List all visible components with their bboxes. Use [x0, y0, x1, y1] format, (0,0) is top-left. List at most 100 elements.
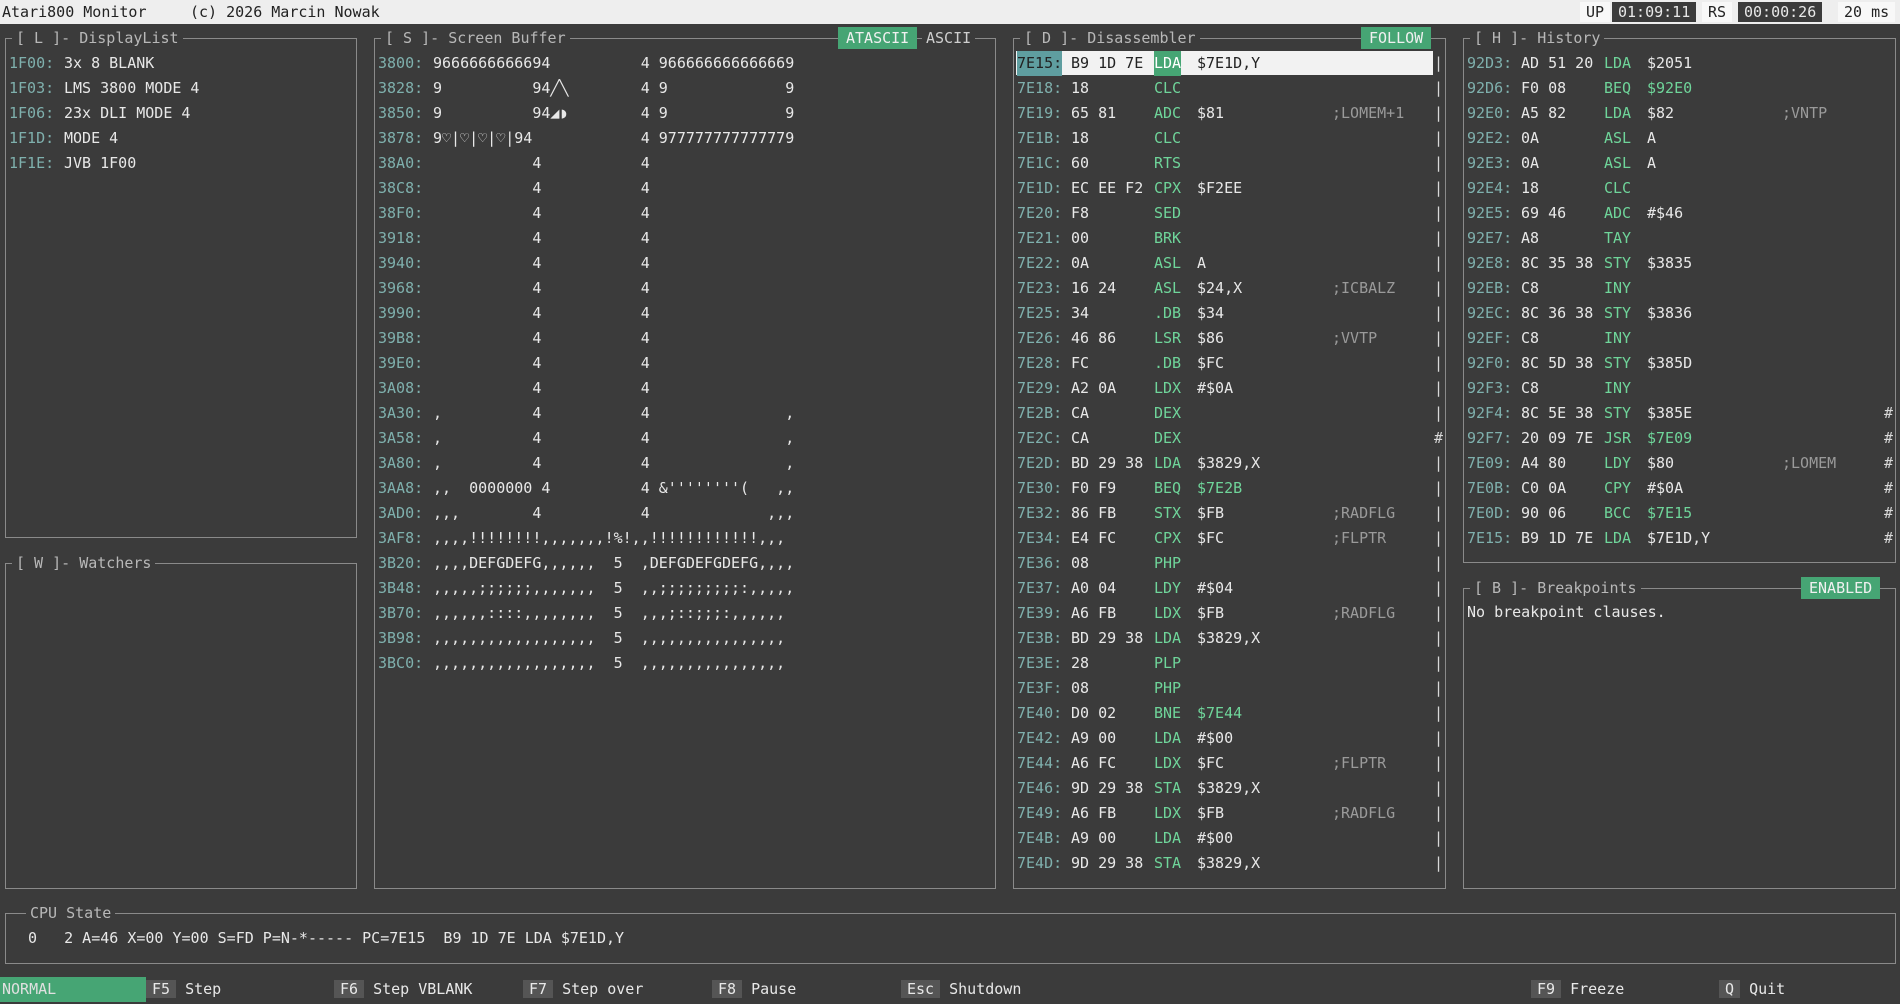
tab-atascii[interactable]: ATASCII — [838, 27, 918, 49]
history-panel[interactable]: [ H ]- History 92D3: AD 51 20 LDA $2051 92D6… — [1463, 29, 1896, 563]
footer-pause[interactable]: F8 Pause — [712, 977, 796, 1002]
row-address: 92F7: — [1467, 429, 1513, 447]
row-address: 7E44: — [1017, 754, 1063, 772]
row-bytes: A9 00 — [1071, 729, 1117, 747]
row-bytes: 18 — [1071, 79, 1090, 97]
row-text: ,,, 4 4 ,,, — [433, 504, 795, 522]
footer-quit[interactable]: Q Quit — [1719, 977, 1785, 1002]
row-marker: | — [1433, 629, 1443, 647]
disassembler-panel[interactable]: [ D ]- Disassembler FOLLOW 7E15: B9 1D 7E… — [1013, 27, 1446, 889]
row-text: , 4 4 , — [433, 454, 795, 472]
row-marker: | — [1433, 529, 1443, 547]
breakpoints-enabled-badge[interactable]: ENABLED — [1801, 577, 1881, 599]
reset-label: RS — [1702, 2, 1733, 22]
row-comment: ;LOMEM — [1782, 454, 1837, 472]
row-mnemonic: LSR — [1154, 329, 1182, 347]
screen-buffer-panel[interactable]: [ S ]- Screen Buffer ATASCII ASCII 3800:… — [374, 27, 996, 889]
row-address: 39E0: — [378, 354, 424, 372]
row-text: JVB 1F00 — [64, 154, 137, 172]
row-operand: $24,X — [1197, 279, 1243, 297]
row-operand: $3829,X — [1197, 854, 1261, 872]
row-address: 3A58: — [378, 429, 424, 447]
row-marker: # — [1883, 529, 1893, 547]
row-address: 7E29: — [1017, 379, 1063, 397]
row-text: 3x 8 BLANK — [64, 54, 155, 72]
breakpoints-panel[interactable]: [ B ]- Breakpoints ENABLED No breakpoint… — [1463, 577, 1896, 889]
row-address: 7E25: — [1017, 304, 1063, 322]
displaylist-panel[interactable]: [ L ]- DisplayList 1F00: 3x 8 BLANK 1F03: L… — [5, 29, 357, 538]
row-marker: | — [1433, 779, 1443, 797]
row-mnemonic: ADC — [1154, 104, 1182, 122]
row-address: 7E39: — [1017, 604, 1063, 622]
row-mnemonic: LDX — [1154, 804, 1182, 822]
row-marker: | — [1433, 329, 1443, 347]
row-bytes: 46 86 — [1071, 329, 1117, 347]
row-bytes: 86 FB — [1071, 504, 1117, 522]
row-operand: $FB — [1197, 804, 1225, 822]
row-text: 23x DLI MODE 4 — [64, 104, 191, 122]
row-address: 7E37: — [1017, 579, 1063, 597]
row-mnemonic: CLC — [1154, 79, 1182, 97]
row-text: 4 4 — [433, 354, 650, 372]
row-address: 92E7: — [1467, 229, 1513, 247]
footer-freeze[interactable]: F9 Freeze — [1531, 977, 1624, 1002]
tab-ascii[interactable]: ASCII — [922, 29, 976, 47]
footer-step-vblank[interactable]: F6 Step VBLANK — [334, 977, 472, 1002]
row-address: 3940: — [378, 254, 424, 272]
row-address: 7E46: — [1017, 779, 1063, 797]
row-marker: | — [1433, 554, 1443, 572]
row-operand: $FC — [1197, 754, 1225, 772]
row-address: 7E1D: — [1017, 179, 1063, 197]
row-mnemonic: STA — [1154, 854, 1182, 872]
row-marker: | — [1433, 404, 1443, 422]
row-address: 3B70: — [378, 604, 424, 622]
row-address: 7E42: — [1017, 729, 1063, 747]
row-marker: | — [1433, 354, 1443, 372]
row-marker: | — [1433, 154, 1443, 172]
row-marker: | — [1433, 654, 1443, 672]
row-address: 3BC0: — [378, 654, 424, 672]
row-address: 3800: — [378, 54, 424, 72]
row-operand: $FC — [1197, 354, 1225, 372]
row-text: 4 4 — [433, 304, 650, 322]
row-bytes: 8C 36 38 — [1521, 304, 1594, 322]
footer-step-over[interactable]: F7 Step over — [523, 977, 643, 1002]
row-bytes: FC — [1071, 354, 1090, 372]
row-text: ,,,,,,,,,,,,,,,,,, 5 ,,,,,,,,,,,,,,,, — [433, 654, 786, 672]
row-bytes: 34 — [1071, 304, 1090, 322]
row-bytes: F0 F9 — [1071, 479, 1117, 497]
row-address: 92E5: — [1467, 204, 1513, 222]
row-mnemonic: STA — [1154, 779, 1182, 797]
row-operand: $FC — [1197, 529, 1225, 547]
row-mnemonic: LDX — [1154, 379, 1182, 397]
row-marker: | — [1433, 179, 1443, 197]
footer-step[interactable]: F5 Step — [146, 977, 221, 1002]
row-address: 92D6: — [1467, 79, 1513, 97]
row-bytes: 18 — [1521, 179, 1540, 197]
freeze-label: Freeze — [1570, 980, 1625, 998]
row-mnemonic: LDY — [1154, 579, 1182, 597]
row-marker: # — [1883, 479, 1893, 497]
row-operand: $7E1D,Y — [1647, 529, 1711, 547]
row-text: ,, 0000000 4 4 &''''''''( ,, — [433, 479, 795, 497]
row-mnemonic: TAY — [1604, 229, 1632, 247]
row-operand: #$0A — [1647, 479, 1684, 497]
row-text: 4 4 — [433, 379, 650, 397]
row-address: 7E49: — [1017, 804, 1063, 822]
row-bytes: C8 — [1521, 329, 1540, 347]
row-bytes: 60 — [1071, 154, 1090, 172]
row-operand: $F2EE — [1197, 179, 1243, 197]
row-address: 7E34: — [1017, 529, 1063, 547]
follow-badge[interactable]: FOLLOW — [1361, 27, 1432, 49]
row-mnemonic: CLC — [1604, 179, 1632, 197]
footer-shutdown[interactable]: Esc Shutdown — [901, 977, 1021, 1002]
row-bytes: 00 — [1071, 229, 1090, 247]
watchers-panel[interactable]: [ W ]- Watchers — [5, 554, 357, 889]
row-marker: # — [1883, 404, 1893, 422]
row-address: 3828: — [378, 79, 424, 97]
row-text: 9 94◢◗ 4 9 9 — [433, 104, 795, 122]
row-operand: A — [1647, 154, 1657, 172]
row-address: 1F1E: — [9, 154, 55, 172]
row-text: ,,,,,,,,,,,,,,,,,, 5 ,,,,,,,,,,,,,,,, — [433, 629, 786, 647]
row-address: 7E36: — [1017, 554, 1063, 572]
